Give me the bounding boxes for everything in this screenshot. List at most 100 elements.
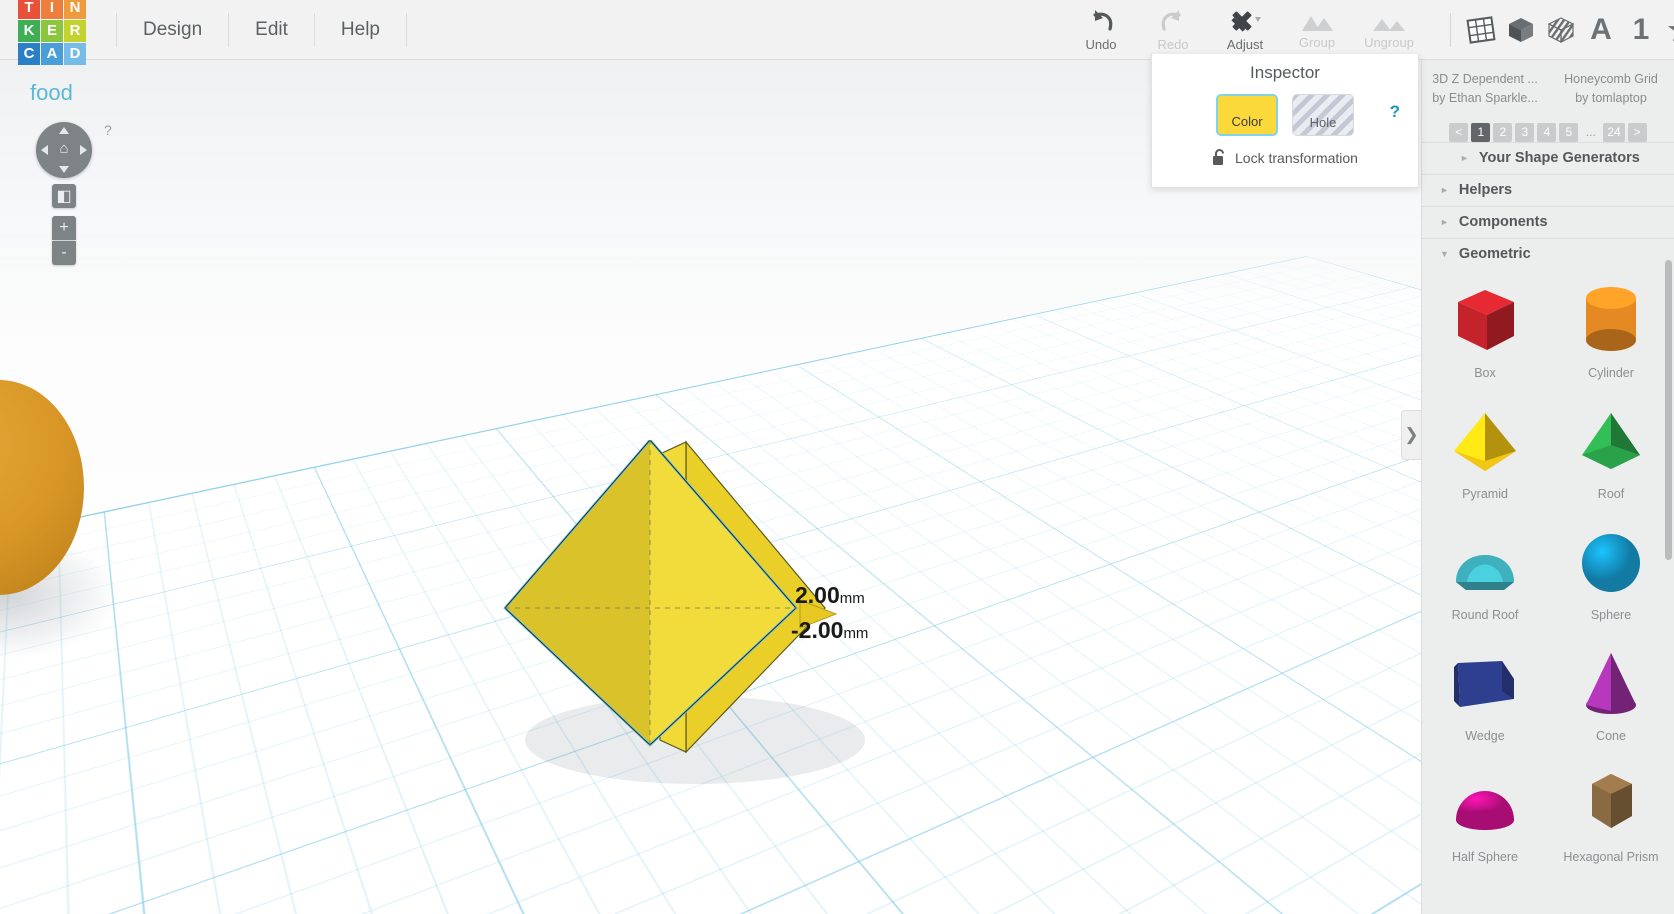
fit-view-button[interactable]: ◧	[52, 184, 76, 208]
text-a-icon: A	[1590, 13, 1612, 46]
pagination-next[interactable]: >	[1627, 122, 1647, 142]
menu-item-design[interactable]: Design	[116, 12, 230, 47]
sphere-thumbnail	[1582, 533, 1640, 592]
color-swatch-button[interactable]: Color	[1216, 94, 1278, 136]
zoom-out-button[interactable]: -	[52, 241, 76, 265]
text-a-icon-button[interactable]: A	[1581, 8, 1621, 52]
shape-item-roof[interactable]: Roof	[1548, 403, 1674, 516]
panel-scrollbar[interactable]	[1665, 260, 1672, 560]
zoom-in-button[interactable]: +	[52, 216, 76, 240]
redo-label: Redo	[1157, 36, 1189, 52]
grid-controls: Edit grid Snap grid 0.5 ▼	[1266, 831, 1391, 884]
lock-transformation-row[interactable]: Lock transformation	[1152, 149, 1418, 167]
panel-collapse-handle[interactable]: ❯	[1401, 410, 1421, 460]
pagination-prev[interactable]: <	[1449, 122, 1469, 142]
ungroup-button[interactable]: Ungroup	[1353, 1, 1425, 59]
pagination-page-3[interactable]: 3	[1515, 122, 1535, 142]
shape-categories: ► Your Shape Generators ► Helpers ► Component…	[1422, 141, 1674, 270]
pyramid-thumbnail	[1454, 412, 1516, 471]
hole-swatch-label: Hole	[1309, 115, 1337, 130]
generator-card-2[interactable]: Honeycomb Grid by tomlaptop	[1548, 70, 1674, 109]
pagination-page-4[interactable]: 4	[1537, 122, 1557, 142]
home-view-button[interactable]: ⌂	[36, 122, 92, 178]
snap-grid-label: Snap grid	[1266, 865, 1322, 881]
hexagonal-prism-thumbnail	[1592, 773, 1632, 828]
lock-transformation-label: Lock transformation	[1235, 150, 1358, 166]
selected-pyramid-object[interactable]	[500, 440, 970, 800]
shape-art	[1446, 645, 1524, 723]
chevron-right-icon: ►	[1460, 153, 1469, 164]
chevron-right-icon: ►	[1440, 185, 1449, 196]
shape-label: Roof	[1597, 486, 1625, 501]
pagination-page-24[interactable]: 24	[1603, 122, 1625, 142]
featured-generators: 3D Z Dependent ... by Ethan Sparkle... H…	[1422, 60, 1674, 109]
toolbar-divider	[1450, 13, 1451, 47]
zoom-in-icon: +	[59, 219, 69, 236]
nav-left-arrow-icon[interactable]	[41, 145, 48, 155]
striped-cube-icon	[1547, 17, 1575, 43]
chevron-right-icon: ►	[1440, 217, 1449, 228]
star-icon: ★	[1668, 13, 1674, 48]
box-thumbnail	[1458, 289, 1514, 350]
adjust-icon	[1231, 11, 1261, 32]
category-label: Components	[1458, 214, 1548, 231]
project-name[interactable]: food	[30, 80, 73, 106]
shape-item-cylinder[interactable]: Cylinder	[1548, 282, 1674, 395]
category-geometric[interactable]: ▼ Geometric	[1422, 237, 1674, 270]
adjust-button[interactable]: Adjust	[1209, 1, 1281, 59]
logo-tile-r: R	[64, 19, 86, 42]
pagination-page-5[interactable]: 5	[1559, 122, 1579, 142]
pagination-page-1[interactable]: 1	[1471, 122, 1491, 142]
snap-grid-select[interactable]: 0.5 ▼	[1329, 862, 1391, 884]
dimension-unit-primary: mm	[839, 590, 865, 607]
generator-card-1[interactable]: 3D Z Dependent ... by Ethan Sparkle...	[1422, 70, 1548, 109]
striped-cube-icon-button[interactable]	[1541, 8, 1581, 52]
category-components[interactable]: ► Components	[1422, 205, 1674, 238]
inspector-swatch-row: Color Hole	[1152, 94, 1418, 136]
menu-item-help[interactable]: Help	[315, 12, 407, 47]
edit-tool-group: Undo Redo Adjust Group Ungroup	[1065, 0, 1425, 60]
shape-item-pyramid[interactable]: Pyramid	[1422, 403, 1548, 516]
pagination-page-2[interactable]: 2	[1493, 122, 1513, 142]
hole-swatch-button[interactable]: Hole	[1292, 94, 1354, 136]
round-roof-thumbnail	[1456, 554, 1514, 590]
shape-item-round-roof[interactable]: Round Roof	[1422, 524, 1548, 637]
category-your-shape-generators[interactable]: ► Your Shape Generators	[1422, 141, 1674, 174]
inspector-help-button[interactable]: ?	[1390, 102, 1400, 122]
inspector-panel: Inspector ? Color Hole Lock transformati…	[1151, 54, 1419, 188]
cone-thumbnail	[1586, 652, 1636, 714]
ungroup-icon	[1373, 18, 1405, 31]
category-helpers[interactable]: ► Helpers	[1422, 173, 1674, 206]
shape-item-wedge[interactable]: Wedge	[1422, 645, 1548, 758]
solid-cube-icon	[1509, 18, 1533, 42]
logo-tile-e: E	[41, 19, 63, 42]
shape-item-cone[interactable]: Cone	[1548, 645, 1674, 758]
logo-tile-i: I	[41, 0, 63, 19]
shape-item-hexagonal-prism[interactable]: Hexagonal Prism	[1548, 766, 1674, 879]
number-1-icon-button[interactable]: 1	[1621, 8, 1661, 52]
undo-button[interactable]: Undo	[1065, 1, 1137, 59]
dimension-unit-secondary: mm	[843, 625, 869, 642]
solid-cube-icon-button[interactable]	[1501, 8, 1541, 52]
logo-tile-k: K	[18, 19, 40, 42]
workplane-icon	[1466, 16, 1496, 44]
redo-button[interactable]: Redo	[1137, 1, 1209, 59]
logo-tile-a: A	[41, 42, 63, 65]
canvas-help-marker[interactable]: ?	[104, 122, 112, 138]
nav-down-arrow-icon[interactable]	[59, 166, 69, 173]
workplane-canvas[interactable]: food ⌂ ◧ + - ? 2.00mm -2.00mm Edit grid …	[0, 60, 1421, 914]
shape-item-sphere[interactable]: Sphere	[1548, 524, 1674, 637]
tinkercad-logo[interactable]: TIN KER CAD	[18, 0, 86, 65]
nav-right-arrow-icon[interactable]	[80, 145, 87, 155]
edit-grid-button[interactable]: Edit grid	[1321, 831, 1391, 854]
workplane-icon-button[interactable]	[1461, 8, 1501, 52]
shape-item-half-sphere[interactable]: Half Sphere	[1422, 766, 1548, 879]
generator-author-1: by Ethan Sparkle...	[1432, 91, 1538, 106]
menu-item-edit[interactable]: Edit	[229, 12, 315, 47]
star-icon-button[interactable]: ★	[1661, 8, 1674, 52]
logo-tile-d: D	[64, 42, 86, 65]
group-button[interactable]: Group	[1281, 1, 1353, 59]
chevron-right-icon: ❯	[1404, 425, 1419, 444]
shape-item-box[interactable]: Box	[1422, 282, 1548, 395]
nav-up-arrow-icon[interactable]	[59, 127, 69, 134]
